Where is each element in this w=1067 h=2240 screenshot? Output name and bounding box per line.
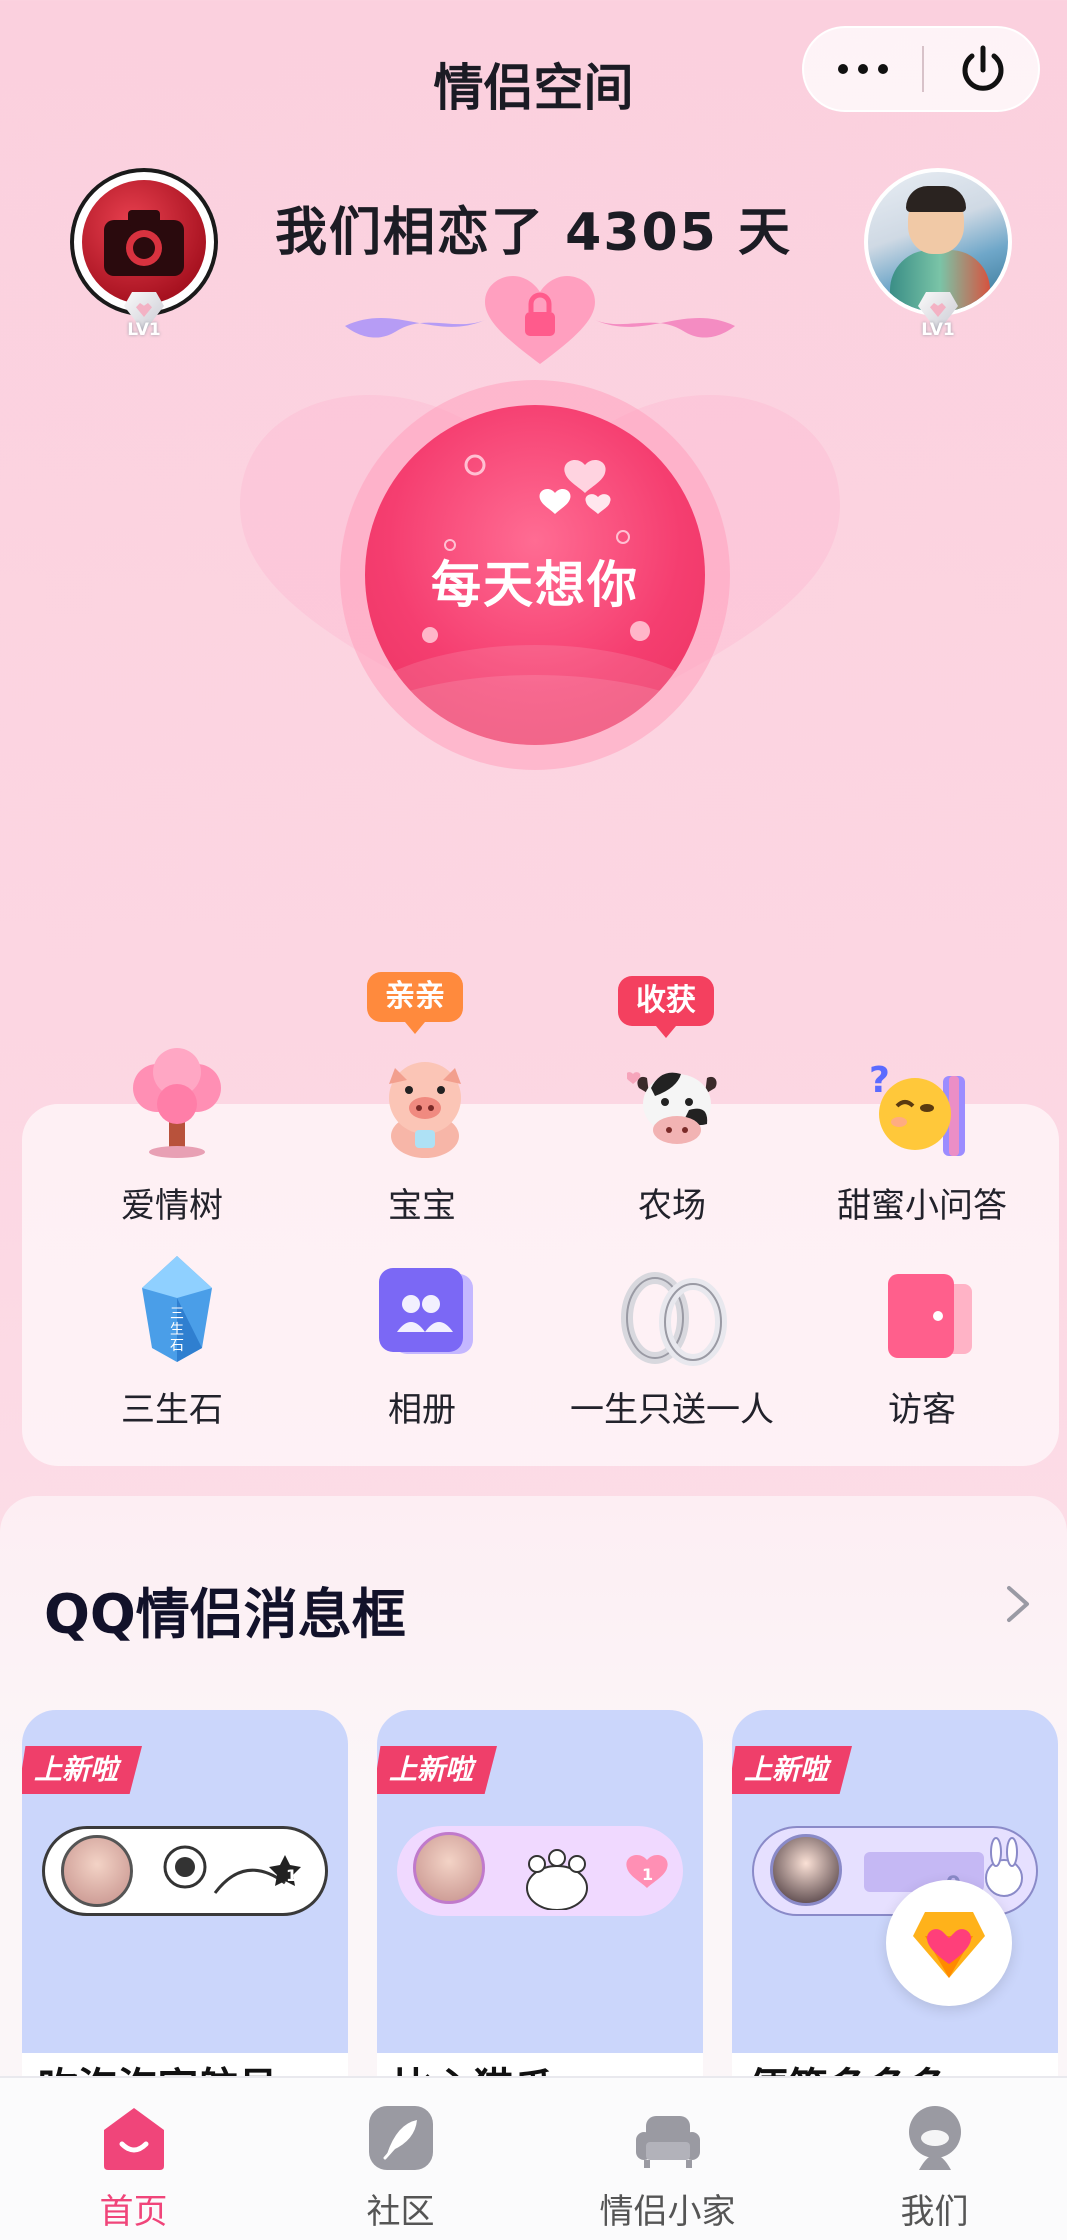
feature-label: 农场 xyxy=(638,1186,706,1226)
album-icon xyxy=(379,1268,473,1354)
svg-text:?: ? xyxy=(869,1060,890,1101)
farm-bubble[interactable]: 收获 xyxy=(618,976,714,1038)
feature-label: 相册 xyxy=(388,1390,456,1430)
preview-avatar xyxy=(770,1834,842,1906)
us-icon xyxy=(909,2106,961,2170)
left-level-text: LV1 xyxy=(127,320,161,340)
svg-text:石: 石 xyxy=(170,1338,184,1354)
tab-community[interactable]: 社区 xyxy=(267,2078,534,2240)
right-level-badge: LV1 xyxy=(907,292,969,342)
farm-cow-icon xyxy=(627,1072,717,1144)
astronaut-icon: 1 xyxy=(163,1845,301,1894)
sweet-qa-icon: ? xyxy=(869,1060,965,1156)
baby-pig-icon xyxy=(389,1062,461,1158)
more-button[interactable] xyxy=(804,28,922,110)
bubble-preview: 1 xyxy=(397,1826,683,1916)
feature-label: 三生石 xyxy=(121,1390,223,1430)
floating-gem-button[interactable] xyxy=(886,1880,1012,2006)
mini-program-capsule xyxy=(802,26,1040,112)
baby-bubble[interactable]: 亲亲 xyxy=(367,972,463,1034)
more-dot xyxy=(858,64,868,74)
feature-label: 宝宝 xyxy=(388,1186,456,1226)
three-life-stone-icon: 三 生 石 xyxy=(142,1256,212,1362)
miss-you-label: 每天想你 xyxy=(431,556,639,614)
svg-text:生: 生 xyxy=(170,1322,184,1338)
close-button[interactable] xyxy=(934,38,1032,100)
tab-label: 情侣小家 xyxy=(599,2192,736,2232)
bubble-preview: 1 xyxy=(42,1826,328,1916)
community-feather-icon xyxy=(369,2106,433,2170)
power-icon xyxy=(962,45,1004,91)
tab-label: 社区 xyxy=(366,2192,435,2232)
bottom-tab-bar: 首页 社区 情侣小家 我们 xyxy=(0,2076,1067,2240)
chevron-right-icon[interactable] xyxy=(1003,1582,1033,1626)
avatar-photo-hair xyxy=(906,186,966,212)
svg-text:三: 三 xyxy=(170,1306,184,1322)
more-dot xyxy=(838,64,848,74)
feature-label: 甜蜜小问答 xyxy=(837,1186,1007,1226)
tab-couple-home[interactable]: 情侣小家 xyxy=(534,2078,801,2240)
visitor-door-icon xyxy=(888,1274,972,1358)
heart-lock-ornament[interactable] xyxy=(335,272,745,368)
feature-label: 爱情树 xyxy=(121,1186,223,1226)
preview-avatar xyxy=(413,1832,485,1904)
left-level-badge: LV1 xyxy=(113,292,175,342)
preview-avatar xyxy=(61,1835,133,1907)
preview-count: 1 xyxy=(286,1866,297,1885)
capsule-divider xyxy=(922,46,924,92)
tab-label: 我们 xyxy=(900,2192,969,2232)
home-icon xyxy=(104,2108,164,2170)
tab-home[interactable]: 首页 xyxy=(0,2078,267,2240)
new-badge: 上新啦 xyxy=(377,1746,498,1794)
miss-you-button[interactable]: 每天想你 xyxy=(365,405,705,745)
right-level-text: LV1 xyxy=(921,320,955,340)
preview-count: 1 xyxy=(642,1865,653,1884)
cat-paw-icon: 1 xyxy=(526,1849,668,1910)
more-dot xyxy=(878,64,888,74)
new-badge: 上新啦 xyxy=(22,1746,143,1794)
heart-gem-icon xyxy=(913,1912,985,1978)
feature-label: 一生只送一人 xyxy=(570,1390,774,1430)
farm-bubble-text: 收获 xyxy=(636,983,696,1018)
section-title: QQ情侣消息框 xyxy=(44,1583,406,1646)
love-tree-icon xyxy=(133,1048,221,1158)
bubble-card-cat-paw[interactable]: 上新啦 1 比心猫爪 xyxy=(377,1710,703,2090)
bubble-card-astronaut[interactable]: 上新啦 1 吹泡泡宇航员 xyxy=(22,1710,348,2090)
rings-icon xyxy=(621,1272,727,1366)
baby-bubble-text: 亲亲 xyxy=(385,979,445,1014)
sofa-icon xyxy=(636,2116,700,2168)
tab-us[interactable]: 我们 xyxy=(801,2078,1067,2240)
bubble-card-bunny-note[interactable]: 上新啦 9 便签多多多 xyxy=(732,1710,1058,2090)
feature-label: 访客 xyxy=(888,1390,956,1430)
new-badge: 上新啦 xyxy=(732,1746,853,1794)
tab-label: 首页 xyxy=(99,2192,168,2232)
